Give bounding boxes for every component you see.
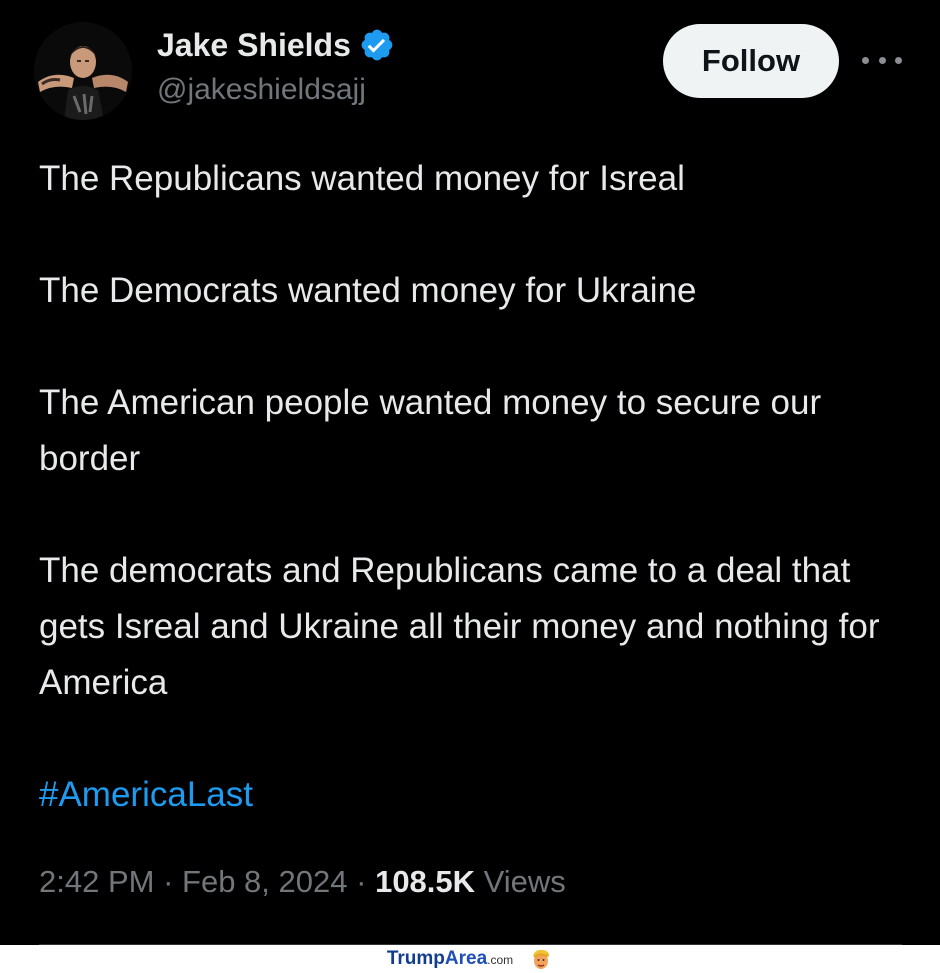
name-row: Jake Shields: [157, 24, 395, 66]
author-block: Jake Shields @jakeshieldsajj: [157, 24, 395, 110]
trump-face-icon: [529, 947, 553, 971]
watermark-brand-accent: Area: [444, 948, 488, 969]
more-dot: [895, 56, 902, 64]
verified-badge-icon[interactable]: [359, 27, 395, 63]
avatar[interactable]: [34, 22, 132, 120]
meta-separator: ·: [356, 864, 367, 899]
watermark-brand-main: Trump: [386, 948, 445, 969]
watermark-text: TrumpArea.com: [387, 948, 513, 970]
tweet-paragraph: The Democrats wanted money for Ukraine: [39, 271, 697, 310]
avatar-photo: [34, 22, 132, 120]
tweet-meta: 2:42 PM · Feb 8, 2024 · 108.5K Views: [39, 860, 566, 904]
tweet-paragraph: The Republicans wanted money for Isreal: [39, 159, 685, 198]
display-name[interactable]: Jake Shields: [157, 24, 351, 66]
watermark-brand-tld: .com: [487, 953, 514, 967]
user-handle[interactable]: @jakeshieldsajj: [157, 70, 395, 110]
more-options-icon[interactable]: [862, 50, 902, 70]
tweet-paragraph: The democrats and Republicans came to a …: [39, 551, 880, 702]
views-count[interactable]: 108.5K: [375, 864, 475, 899]
follow-button[interactable]: Follow: [663, 24, 839, 98]
post-time[interactable]: 2:42 PM: [39, 864, 154, 899]
views-label: Views: [483, 864, 566, 899]
tweet-body: The Republicans wanted money for Isreal …: [39, 151, 909, 823]
meta-separator: ·: [163, 864, 174, 899]
hashtag-link[interactable]: #AmericaLast: [39, 767, 909, 823]
more-dot: [878, 56, 886, 64]
post-date[interactable]: Feb 8, 2024: [182, 864, 347, 899]
tweet-card: Jake Shields @jakeshieldsajj Follow The …: [0, 0, 940, 973]
more-dot: [862, 56, 869, 64]
tweet-paragraph: The American people wanted money to secu…: [39, 383, 822, 478]
site-watermark: TrumpArea.com: [0, 945, 940, 973]
